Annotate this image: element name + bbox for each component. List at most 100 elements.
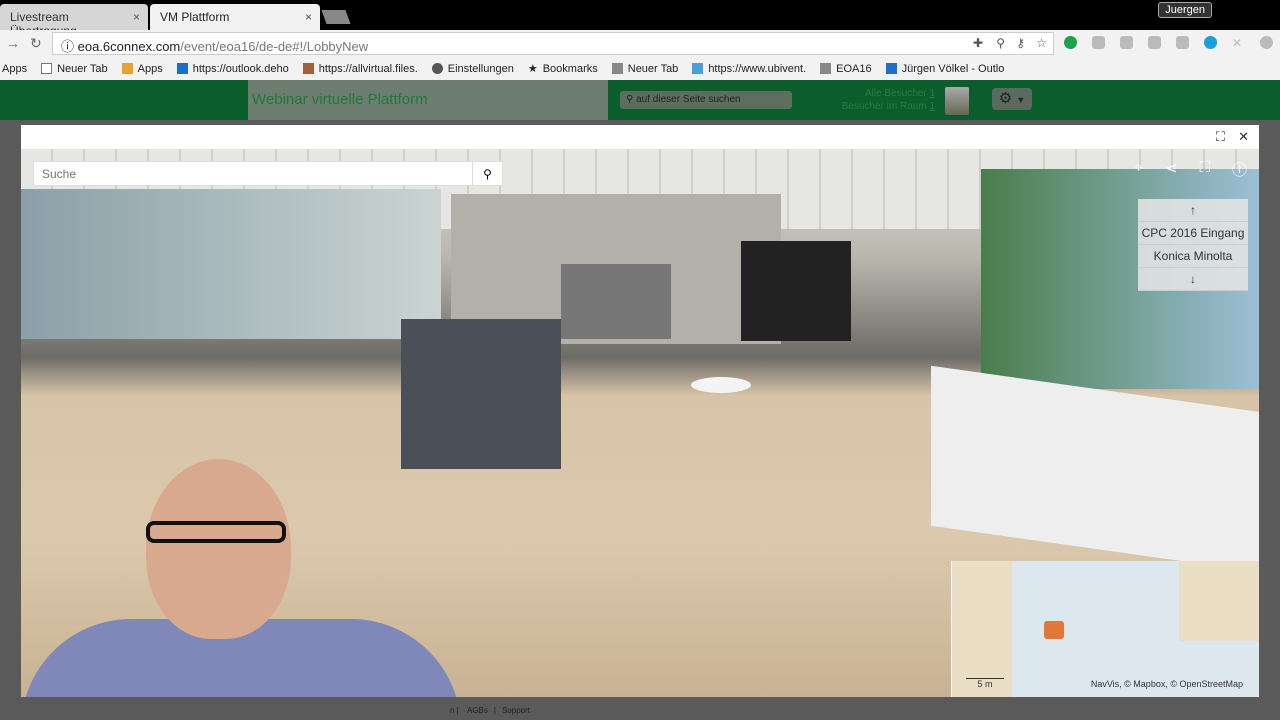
extension-icon[interactable]	[1148, 36, 1161, 49]
address-bar[interactable]: ⓘ eoa.6connex.com/event/eoa16/de-de#!/Lo…	[52, 32, 1054, 55]
reload-icon[interactable]: ↻	[30, 35, 42, 52]
page-icon	[41, 63, 53, 74]
bookmark[interactable]: https://outlook.deho	[176, 60, 289, 77]
caret-down-icon: ▼	[1016, 95, 1026, 105]
bookmark[interactable]: Neuer Tab	[41, 60, 108, 77]
bookmark-label: Jürgen Völkel - Outlo	[901, 62, 1005, 75]
map-scale: 5 m	[966, 678, 1004, 689]
skype-icon[interactable]	[1204, 36, 1217, 49]
glasses	[146, 521, 286, 543]
bookmark-label: Neuer Tab	[57, 62, 108, 75]
map-land	[1179, 561, 1259, 641]
star-icon: ★	[527, 63, 538, 75]
bookmark-label: EOA16	[836, 62, 872, 75]
scroll-up-icon[interactable]: ↑	[1138, 199, 1248, 222]
modal-header: ⛶ ✕	[21, 125, 1259, 149]
bookmark-label: Neuer Tab	[627, 62, 679, 75]
apps-grid-icon	[121, 63, 133, 74]
bookmark[interactable]: Apps	[121, 60, 163, 77]
site-footer: n | AGBs | Support	[450, 706, 530, 715]
browser-tab-bar: Livestream Übertragung× VM Plattform × Ju…	[0, 0, 1280, 38]
printer	[401, 319, 561, 469]
tab-livestream[interactable]: Livestream Übertragung×	[0, 4, 148, 38]
window-left	[21, 189, 441, 339]
panorama-viewer[interactable]: ⚲ ⌖ ⋖ ⛶ ⓘ ↑ CPC 2016 Eingang Konica Mino…	[21, 149, 1259, 697]
bookmark-label: https://www.ubivent.	[708, 62, 807, 75]
room-visitors-count[interactable]: 1	[929, 101, 935, 112]
map-land	[952, 561, 1012, 697]
fullscreen-icon[interactable]: ⛶	[1199, 159, 1210, 180]
bookmark[interactable]: Neuer Tab	[611, 60, 679, 77]
viewer-toolbar: ⌖ ⋖ ⛶ ⓘ	[1134, 159, 1247, 180]
booth	[741, 241, 851, 341]
bookmark[interactable]: https://allvirtual.files.	[302, 60, 418, 77]
bookmark-label: Bookmarks	[542, 62, 598, 75]
location-pin-icon[interactable]: ⌖	[1134, 159, 1142, 180]
bookmark-label: https://allvirtual.files.	[318, 62, 418, 75]
bookmark-label: https://outlook.deho	[192, 62, 289, 75]
panorama-search: ⚲	[33, 161, 503, 186]
site-search-input[interactable]: ⚲ auf dieser Seite suchen	[620, 91, 792, 109]
bookmark[interactable]: Apps	[2, 60, 27, 77]
new-tab-button[interactable]	[321, 10, 351, 24]
bookmark[interactable]: https://www.ubivent.	[692, 60, 806, 77]
footer-link-support[interactable]: Support	[502, 706, 530, 715]
minimap[interactable]: 5 m NavVis, © Mapbox, © OpenStreetMap	[951, 561, 1259, 697]
room-visitors-label: Besucher im Raum	[841, 101, 927, 112]
eoa-icon	[611, 63, 623, 74]
scene-item[interactable]: Konica Minolta	[1138, 245, 1248, 268]
extension-icon[interactable]	[1120, 36, 1133, 49]
bookmarks-bar: Apps Neuer Tab Apps https://outlook.deho…	[0, 57, 1280, 80]
bookmark-label: Apps	[137, 62, 163, 75]
vending-machines	[561, 264, 671, 339]
map-attribution: NavVis, © Mapbox, © OpenStreetMap	[1090, 679, 1243, 689]
tab-vm-plattform[interactable]: VM Plattform ×	[150, 4, 320, 30]
close-tab-icon[interactable]: ×	[133, 10, 140, 24]
scene-item[interactable]: CPC 2016 Eingang	[1138, 222, 1248, 245]
map-marker-icon[interactable]	[1044, 621, 1064, 639]
table	[931, 365, 1259, 573]
bookmark-label: Apps	[2, 62, 28, 75]
share-icon[interactable]: ⋖	[1165, 159, 1178, 180]
zoom-icon[interactable]: ⚲	[996, 36, 1005, 50]
forward-icon[interactable]: →	[6, 35, 20, 51]
extension-icon[interactable]	[1176, 36, 1189, 49]
search-button[interactable]: ⚲	[472, 162, 502, 185]
ubivent-icon	[692, 63, 704, 74]
info-icon[interactable]: ⓘ	[1232, 159, 1247, 180]
bookmark[interactable]: Einstellungen	[431, 60, 514, 77]
scroll-down-icon[interactable]: ↓	[1138, 268, 1248, 291]
search-placeholder: auf dieser Seite suchen	[636, 94, 741, 105]
extension-icon[interactable]	[1064, 36, 1077, 49]
star-icon[interactable]: ☆	[1036, 36, 1047, 50]
extension-icon[interactable]	[1092, 36, 1105, 49]
search-icon: ⚲	[626, 94, 634, 105]
all-visitors-label: Alle Besucher	[864, 88, 927, 99]
panorama-search-input[interactable]	[34, 162, 472, 185]
bookmark[interactable]: ★ Bookmarks	[528, 60, 598, 77]
key-icon[interactable]: ⚷	[1016, 36, 1025, 50]
eoa-icon	[820, 63, 832, 74]
photo-icon	[302, 63, 314, 74]
settings-menu-button[interactable]: ⚙ ▼	[992, 88, 1032, 110]
navigation-marker[interactable]	[691, 377, 751, 393]
url-path: /event/eoa16/de-de#!/LobbyNew	[180, 39, 369, 54]
footer-partial-link[interactable]: n	[450, 706, 454, 715]
bookmark[interactable]: EOA16	[820, 60, 872, 77]
all-visitors-count[interactable]: 1	[929, 88, 935, 99]
gear-icon	[431, 63, 443, 74]
close-extension-icon[interactable]: ✕	[1232, 36, 1245, 50]
close-tab-icon[interactable]: ×	[305, 10, 312, 24]
site-title: Webinar virtuelle Plattform	[248, 80, 608, 120]
url-host: eoa.6connex.com	[77, 39, 181, 54]
bookmark[interactable]: Jürgen Völkel - Outlo	[885, 60, 1005, 77]
mail-icon	[885, 63, 897, 74]
profile-button[interactable]: Juergen	[1158, 2, 1212, 18]
presenter-video	[21, 449, 461, 697]
fullscreen-icon[interactable]: ⛶	[1216, 129, 1225, 145]
avatar[interactable]	[945, 87, 969, 115]
extension-blocked-icon[interactable]: ✚	[973, 36, 983, 50]
close-icon[interactable]: ✕	[1238, 129, 1249, 145]
footer-link-agbs[interactable]: AGBs	[467, 706, 488, 715]
globe-icon[interactable]	[1260, 36, 1273, 49]
